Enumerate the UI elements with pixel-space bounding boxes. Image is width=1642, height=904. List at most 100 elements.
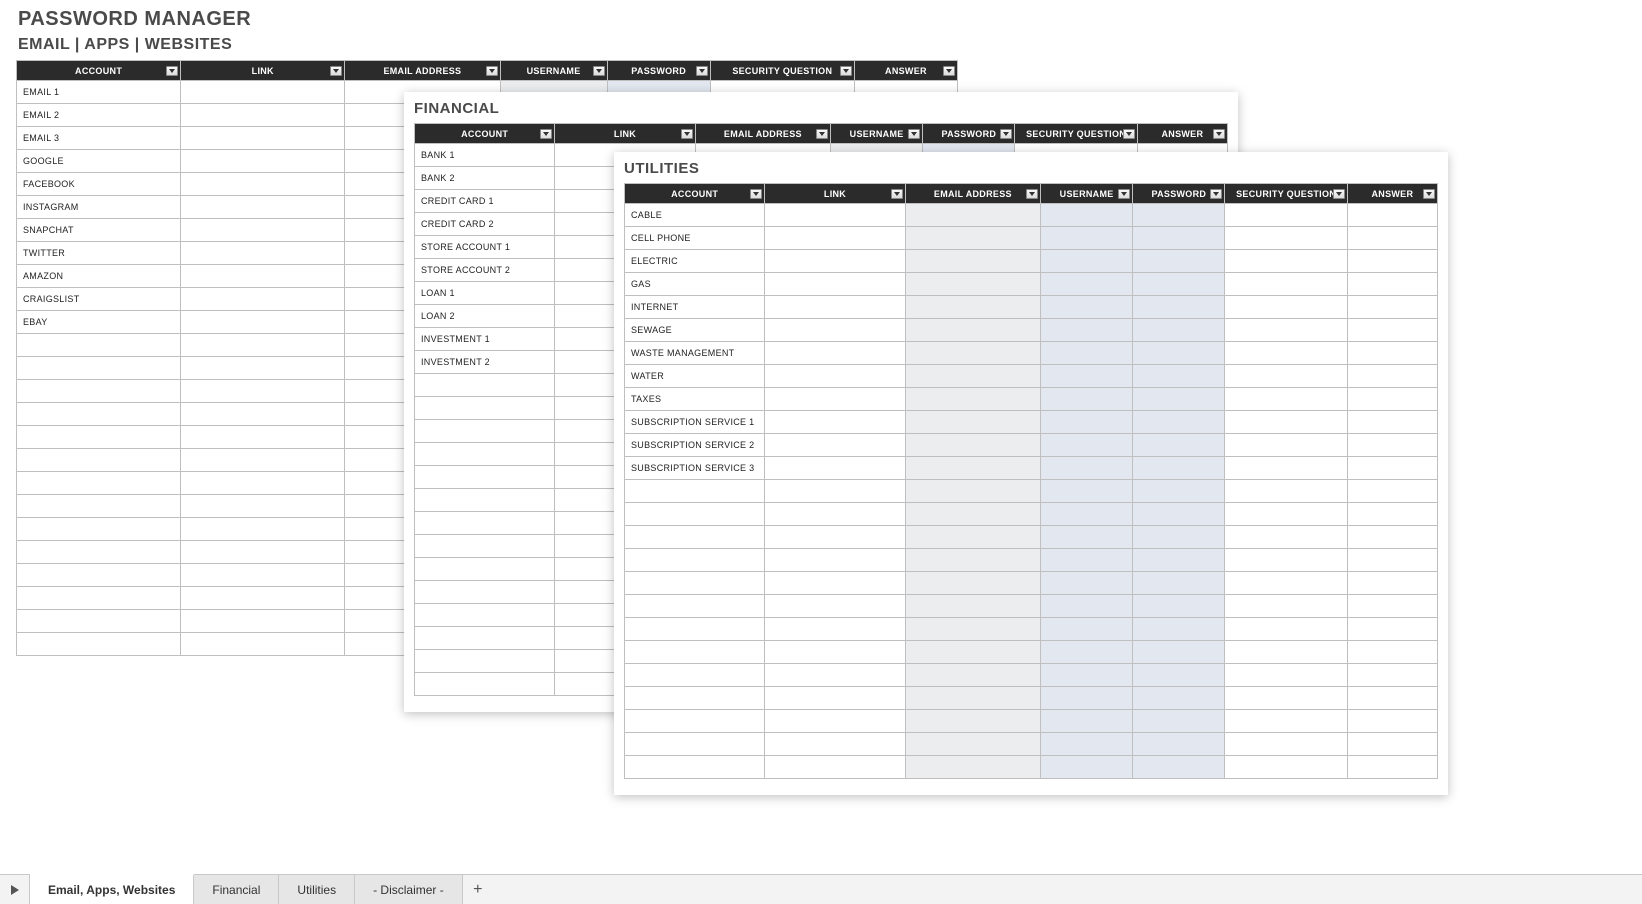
account-cell[interactable]: INTERNET <box>625 296 765 319</box>
data-cell[interactable] <box>905 664 1040 687</box>
sheet-tab[interactable]: Financial <box>194 875 279 904</box>
account-cell[interactable] <box>625 687 765 710</box>
data-cell[interactable] <box>905 526 1040 549</box>
account-cell[interactable] <box>625 618 765 641</box>
account-cell[interactable] <box>17 357 181 380</box>
account-cell[interactable] <box>17 426 181 449</box>
account-cell[interactable]: EBAY <box>17 311 181 334</box>
data-cell[interactable] <box>181 173 345 196</box>
data-cell[interactable] <box>1041 549 1133 572</box>
account-cell[interactable]: FACEBOOK <box>17 173 181 196</box>
data-cell[interactable] <box>1347 319 1437 342</box>
data-cell[interactable] <box>765 710 905 733</box>
data-cell[interactable] <box>765 480 905 503</box>
data-cell[interactable] <box>1133 388 1225 411</box>
account-cell[interactable] <box>625 526 765 549</box>
data-cell[interactable] <box>1041 319 1133 342</box>
data-cell[interactable] <box>1133 503 1225 526</box>
data-cell[interactable] <box>905 710 1040 733</box>
account-cell[interactable] <box>415 535 555 558</box>
filter-dropdown-icon[interactable] <box>1333 189 1345 199</box>
data-cell[interactable] <box>181 104 345 127</box>
account-cell[interactable] <box>17 518 181 541</box>
data-cell[interactable] <box>1225 572 1347 595</box>
data-cell[interactable] <box>1133 480 1225 503</box>
data-cell[interactable] <box>181 127 345 150</box>
data-cell[interactable] <box>1347 342 1437 365</box>
account-cell[interactable] <box>415 604 555 627</box>
data-cell[interactable] <box>1133 710 1225 733</box>
data-cell[interactable] <box>1133 457 1225 480</box>
data-cell[interactable] <box>181 518 345 541</box>
account-cell[interactable] <box>415 581 555 604</box>
data-cell[interactable] <box>1347 687 1437 710</box>
data-cell[interactable] <box>1347 250 1437 273</box>
data-cell[interactable] <box>765 526 905 549</box>
account-cell[interactable]: CREDIT CARD 2 <box>415 213 555 236</box>
data-cell[interactable] <box>181 610 345 633</box>
account-cell[interactable] <box>625 595 765 618</box>
data-cell[interactable] <box>181 150 345 173</box>
data-cell[interactable] <box>181 242 345 265</box>
data-cell[interactable] <box>1225 227 1347 250</box>
filter-dropdown-icon[interactable] <box>943 66 955 76</box>
account-cell[interactable]: SUBSCRIPTION SERVICE 2 <box>625 434 765 457</box>
data-cell[interactable] <box>1041 733 1133 756</box>
filter-dropdown-icon[interactable] <box>1423 189 1435 199</box>
account-cell[interactable]: EMAIL 1 <box>17 81 181 104</box>
data-cell[interactable] <box>1347 296 1437 319</box>
account-cell[interactable]: ELECTRIC <box>625 250 765 273</box>
account-cell[interactable] <box>17 334 181 357</box>
account-cell[interactable] <box>415 443 555 466</box>
data-cell[interactable] <box>1347 664 1437 687</box>
account-cell[interactable]: GOOGLE <box>17 150 181 173</box>
filter-dropdown-icon[interactable] <box>891 189 903 199</box>
data-cell[interactable] <box>181 495 345 518</box>
data-cell[interactable] <box>1347 549 1437 572</box>
account-cell[interactable]: INSTAGRAM <box>17 196 181 219</box>
data-cell[interactable] <box>1041 273 1133 296</box>
data-cell[interactable] <box>1347 480 1437 503</box>
account-cell[interactable] <box>415 650 555 673</box>
filter-dropdown-icon[interactable] <box>1213 129 1225 139</box>
data-cell[interactable] <box>1041 503 1133 526</box>
account-cell[interactable]: SNAPCHAT <box>17 219 181 242</box>
sheet-tab[interactable]: Utilities <box>279 875 355 904</box>
data-cell[interactable] <box>181 426 345 449</box>
account-cell[interactable] <box>625 664 765 687</box>
account-cell[interactable] <box>17 541 181 564</box>
data-cell[interactable] <box>1041 411 1133 434</box>
data-cell[interactable] <box>1347 434 1437 457</box>
data-cell[interactable] <box>181 633 345 656</box>
account-cell[interactable] <box>17 449 181 472</box>
account-cell[interactable]: WASTE MANAGEMENT <box>625 342 765 365</box>
account-cell[interactable]: EMAIL 3 <box>17 127 181 150</box>
data-cell[interactable] <box>1347 365 1437 388</box>
sheet-tab[interactable]: - Disclaimer - <box>355 875 463 904</box>
data-cell[interactable] <box>1347 457 1437 480</box>
data-cell[interactable] <box>1041 250 1133 273</box>
account-cell[interactable] <box>625 710 765 733</box>
account-cell[interactable]: EMAIL 2 <box>17 104 181 127</box>
data-cell[interactable] <box>181 380 345 403</box>
data-cell[interactable] <box>905 319 1040 342</box>
account-cell[interactable]: INVESTMENT 2 <box>415 351 555 374</box>
account-cell[interactable]: STORE ACCOUNT 1 <box>415 236 555 259</box>
data-cell[interactable] <box>1133 595 1225 618</box>
account-cell[interactable] <box>415 558 555 581</box>
account-cell[interactable] <box>415 466 555 489</box>
data-cell[interactable] <box>181 357 345 380</box>
data-cell[interactable] <box>765 204 905 227</box>
data-cell[interactable] <box>1041 664 1133 687</box>
data-cell[interactable] <box>1133 227 1225 250</box>
data-cell[interactable] <box>765 572 905 595</box>
data-cell[interactable] <box>765 503 905 526</box>
data-cell[interactable] <box>1225 526 1347 549</box>
account-cell[interactable] <box>625 503 765 526</box>
data-cell[interactable] <box>1133 664 1225 687</box>
account-cell[interactable] <box>415 397 555 420</box>
data-cell[interactable] <box>1133 618 1225 641</box>
filter-dropdown-icon[interactable] <box>908 129 920 139</box>
data-cell[interactable] <box>1225 480 1347 503</box>
data-cell[interactable] <box>765 227 905 250</box>
